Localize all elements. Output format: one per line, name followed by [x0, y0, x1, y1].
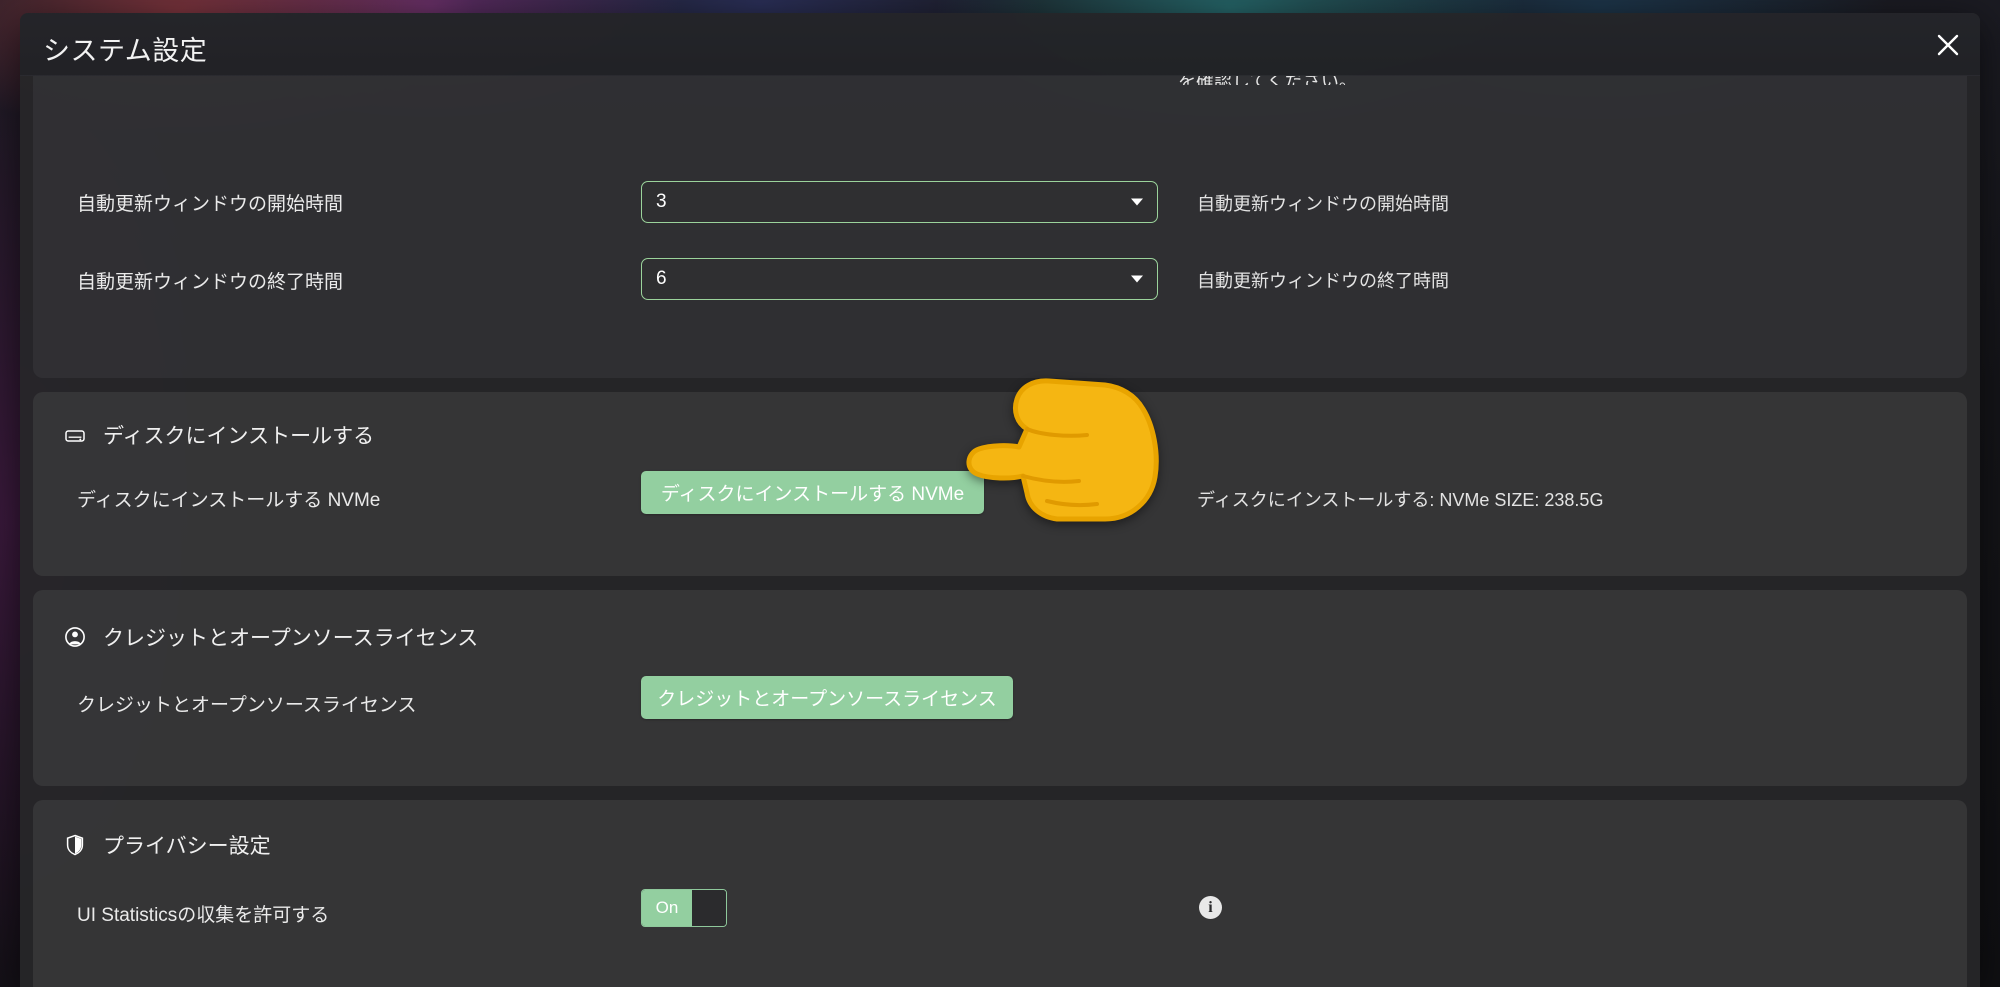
chevron-down-icon — [1131, 198, 1143, 206]
system-settings-window: システム設定 を確認してください。 自動更新ウィンドウの開始時間 3 — [20, 13, 1980, 987]
chevron-down-icon — [1131, 275, 1143, 283]
settings-content: を確認してください。 自動更新ウィンドウの開始時間 3 自動更新ウィンドウの開始… — [20, 76, 1980, 987]
row-description-update-start-hour: 自動更新ウィンドウの開始時間 — [1197, 194, 1449, 214]
desktop-background: システム設定 を確認してください。 自動更新ウィンドウの開始時間 3 — [0, 0, 2000, 987]
install-to-disk-nvme-button[interactable]: ディスクにインストールする NVMe — [641, 471, 984, 514]
credits-and-open-source-licenses-button[interactable]: クレジットとオープンソースライセンス — [641, 676, 1013, 719]
window-titlebar: システム設定 — [20, 13, 1980, 76]
row-description-install-nvme: ディスクにインストールする: NVMe SIZE: 238.5G — [1197, 490, 1604, 510]
section-header-install-to-disk: ディスクにインストールする — [63, 420, 374, 450]
row-label-update-end-hour: 自動更新ウィンドウの終了時間 — [77, 272, 344, 293]
toggle-on-label: On — [642, 890, 692, 926]
section-credits: クレジットとオープンソースライセンス クレジットとオープンソースライセンス クレ… — [33, 590, 1967, 786]
select-value-update-end-hour: 6 — [656, 268, 667, 289]
clipped-description-text: を確認してください。 — [1178, 76, 1357, 85]
section-title-privacy: プライバシー設定 — [103, 835, 271, 858]
row-label-update-start-hour: 自動更新ウィンドウの開始時間 — [77, 194, 344, 215]
section-header-privacy: プライバシー設定 — [63, 830, 271, 860]
hard-disk-icon — [63, 423, 87, 447]
row-description-update-end-hour: 自動更新ウィンドウの終了時間 — [1197, 271, 1449, 291]
row-label-ui-statistics: UI Statisticsの収集を許可する — [77, 905, 330, 926]
section-header-credits: クレジットとオープンソースライセンス — [63, 622, 478, 652]
shield-icon — [63, 833, 87, 857]
select-update-end-hour[interactable]: 6 — [641, 258, 1158, 300]
account-circle-icon — [63, 625, 87, 649]
page-title: システム設定 — [43, 36, 208, 66]
section-title-install-to-disk: ディスクにインストールする — [103, 425, 375, 448]
section-auto-update: を確認してください。 自動更新ウィンドウの開始時間 3 自動更新ウィンドウの開始… — [33, 76, 1967, 378]
ui-statistics-toggle[interactable]: On — [641, 889, 727, 927]
toggle-off-track — [692, 890, 726, 926]
select-update-start-hour[interactable]: 3 — [641, 181, 1158, 223]
row-label-install-nvme: ディスクにインストールする NVMe — [77, 490, 381, 511]
section-title-credits: クレジットとオープンソースライセンス — [103, 627, 479, 650]
close-icon[interactable] — [1930, 27, 1966, 63]
select-value-update-start-hour: 3 — [656, 191, 667, 212]
row-label-credits: クレジットとオープンソースライセンス — [77, 695, 417, 716]
section-privacy: プライバシー設定 UI Statisticsの収集を許可する On i — [33, 800, 1967, 987]
info-icon[interactable]: i — [1199, 896, 1222, 919]
section-install-to-disk: ディスクにインストールする ディスクにインストールする NVMe ディスクにイン… — [33, 392, 1967, 576]
